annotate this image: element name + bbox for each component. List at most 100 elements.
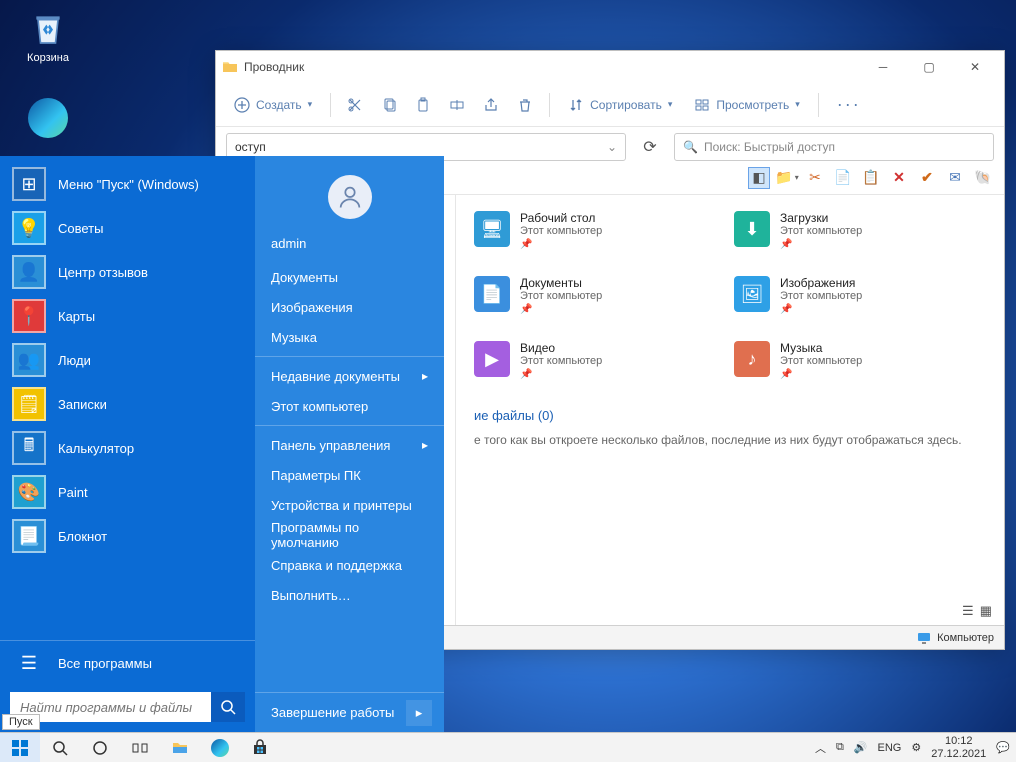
start-right-item[interactable]: Документы bbox=[255, 262, 444, 292]
view-icon bbox=[694, 97, 710, 113]
pin-icon: 📌 bbox=[520, 304, 602, 315]
start-right-label: Справка и поддержка bbox=[271, 558, 402, 573]
search-button[interactable] bbox=[40, 733, 80, 762]
desktop-icon-edge[interactable] bbox=[12, 98, 84, 142]
tile-location: Этот компьютер bbox=[780, 355, 862, 367]
start-right-item[interactable]: Программы по умолчанию bbox=[255, 520, 444, 550]
start-app-paint[interactable]: 🎨Paint bbox=[0, 470, 255, 514]
start-app-notepad[interactable]: 📃Блокнот bbox=[0, 514, 255, 558]
chevron-down-icon: ▾ bbox=[795, 99, 800, 110]
start-right-item[interactable]: Справка и поддержка bbox=[255, 550, 444, 580]
tiles-view-button[interactable]: ▦ bbox=[980, 603, 992, 619]
start-search-input[interactable] bbox=[10, 692, 211, 722]
task-view-button[interactable] bbox=[120, 733, 160, 762]
tray-settings-icon[interactable]: ⚙ bbox=[911, 741, 921, 754]
minimize-button[interactable]: ─ bbox=[860, 51, 906, 83]
quick-access-tile[interactable]: ♪ Музыка Этот компьютер 📌 bbox=[734, 341, 986, 380]
quick-access-tile[interactable]: 📄 Документы Этот компьютер 📌 bbox=[474, 276, 726, 315]
start-app-maps[interactable]: 📍Карты bbox=[0, 294, 255, 338]
user-tile[interactable] bbox=[255, 166, 444, 228]
delete-button-2[interactable]: ✕ bbox=[888, 167, 910, 189]
copy-button[interactable] bbox=[373, 89, 405, 121]
tray-volume-icon[interactable]: 🔊 bbox=[854, 741, 868, 754]
start-app-tips[interactable]: 💡Советы bbox=[0, 206, 255, 250]
feedback-icon: 👤 bbox=[12, 255, 46, 289]
tile-location: Этот компьютер bbox=[520, 355, 602, 367]
start-search-button[interactable] bbox=[211, 692, 245, 722]
start-right-item[interactable]: Изображения bbox=[255, 292, 444, 322]
paste-button-2[interactable]: 📋 bbox=[860, 167, 882, 189]
start-app-calculator[interactable]: 🖩Калькулятор bbox=[0, 426, 255, 470]
rename-button[interactable] bbox=[441, 89, 473, 121]
start-app-start[interactable]: ⊞Меню "Пуск" (Windows) bbox=[0, 162, 255, 206]
quick-access-tile[interactable]: ▶ Видео Этот компьютер 📌 bbox=[474, 341, 726, 380]
shutdown-options-button[interactable]: ▸ bbox=[406, 700, 432, 726]
start-right-label: Музыка bbox=[271, 330, 317, 345]
start-right-item[interactable]: Недавние документы bbox=[255, 361, 444, 391]
start-right-label: Программы по умолчанию bbox=[271, 520, 428, 550]
new-folder-dropdown[interactable]: 📁 bbox=[776, 167, 798, 189]
delete-button[interactable] bbox=[509, 89, 541, 121]
pin-icon: 📌 bbox=[780, 369, 862, 380]
details-view-button[interactable]: ☰ bbox=[962, 603, 974, 619]
copy-button-2[interactable]: 📄 bbox=[832, 167, 854, 189]
start-right-item[interactable]: Выполнить… bbox=[255, 580, 444, 610]
tray-action-center-icon[interactable]: 💬 bbox=[996, 741, 1010, 754]
taskbar-store[interactable] bbox=[240, 733, 280, 762]
sort-button[interactable]: Сортировать ▾ bbox=[558, 89, 682, 121]
calculator-icon: 🖩 bbox=[12, 431, 46, 465]
refresh-button[interactable]: ⟳ bbox=[636, 133, 664, 161]
view-button[interactable]: Просмотреть ▾ bbox=[684, 89, 809, 121]
apply-button[interactable]: ✔ bbox=[916, 167, 938, 189]
titlebar[interactable]: Проводник ─ ▢ ✕ bbox=[216, 51, 1004, 83]
tray-meet-now-icon[interactable]: ⧉ bbox=[836, 741, 844, 754]
mail-button[interactable]: ✉ bbox=[944, 167, 966, 189]
music-folder-icon: ♪ bbox=[734, 341, 770, 377]
more-button[interactable]: ··· bbox=[827, 89, 871, 121]
start-app-notes[interactable]: 🗒Записки bbox=[0, 382, 255, 426]
search-icon bbox=[51, 739, 69, 757]
shutdown-button[interactable]: Завершение работы ▸ bbox=[255, 692, 444, 732]
start-right-label: Недавние документы bbox=[271, 369, 400, 384]
start-right-item[interactable]: Этот компьютер bbox=[255, 391, 444, 421]
tray-clock[interactable]: 10:12 27.12.2021 bbox=[931, 735, 986, 759]
start-right-item[interactable]: Параметры ПК bbox=[255, 460, 444, 490]
start-app-people[interactable]: 👥Люди bbox=[0, 338, 255, 382]
ribbon: Создать ▾ Сортировать ▾ Просмотреть ▾ ··… bbox=[216, 83, 1004, 127]
shell-button[interactable]: 🐚 bbox=[972, 167, 994, 189]
plus-circle-icon bbox=[234, 97, 250, 113]
all-programs-button[interactable]: ☰ Все программы bbox=[0, 640, 255, 686]
desktop-icon-recycle-bin[interactable]: Корзина bbox=[12, 8, 84, 64]
search-box[interactable]: 🔍 Поиск: Быстрый доступ bbox=[674, 133, 994, 161]
start-right-item[interactable]: Панель управления bbox=[255, 430, 444, 460]
maximize-button[interactable]: ▢ bbox=[906, 51, 952, 83]
quick-access-tile[interactable]: 🖥 Рабочий стол Этот компьютер 📌 bbox=[474, 211, 726, 250]
separator bbox=[255, 425, 444, 426]
start-app-feedback[interactable]: 👤Центр отзывов bbox=[0, 250, 255, 294]
cut-button[interactable] bbox=[339, 89, 371, 121]
start-button[interactable] bbox=[0, 733, 40, 762]
quick-access-tile[interactable]: 🖼 Изображения Этот компьютер 📌 bbox=[734, 276, 986, 315]
taskbar-edge[interactable] bbox=[200, 733, 240, 762]
window-title: Проводник bbox=[244, 60, 304, 74]
paste-button[interactable] bbox=[407, 89, 439, 121]
preview-pane-button[interactable]: ◧ bbox=[748, 167, 770, 189]
share-button[interactable] bbox=[475, 89, 507, 121]
new-button[interactable]: Создать ▾ bbox=[224, 89, 322, 121]
search-placeholder: Поиск: Быстрый доступ bbox=[704, 140, 835, 154]
start-right-item[interactable]: Музыка bbox=[255, 322, 444, 352]
chevron-down-icon[interactable]: ⌄ bbox=[607, 140, 617, 154]
close-button[interactable]: ✕ bbox=[952, 51, 998, 83]
cut-button-2[interactable]: ✂ bbox=[804, 167, 826, 189]
quick-access-tile[interactable]: ⬇ Загрузки Этот компьютер 📌 bbox=[734, 211, 986, 250]
tile-name: Документы bbox=[520, 276, 602, 290]
tray-chevron-up[interactable]: ︿ bbox=[815, 740, 826, 756]
start-right-item[interactable]: Устройства и принтеры bbox=[255, 490, 444, 520]
taskbar-explorer[interactable] bbox=[160, 733, 200, 762]
tray-language[interactable]: ENG bbox=[878, 742, 902, 754]
tray-time: 10:12 bbox=[931, 735, 986, 747]
start-app-label: Карты bbox=[58, 309, 95, 324]
cortana-button[interactable] bbox=[80, 733, 120, 762]
start-user-name[interactable]: admin bbox=[255, 228, 444, 258]
start-right-label: Выполнить… bbox=[271, 588, 351, 603]
